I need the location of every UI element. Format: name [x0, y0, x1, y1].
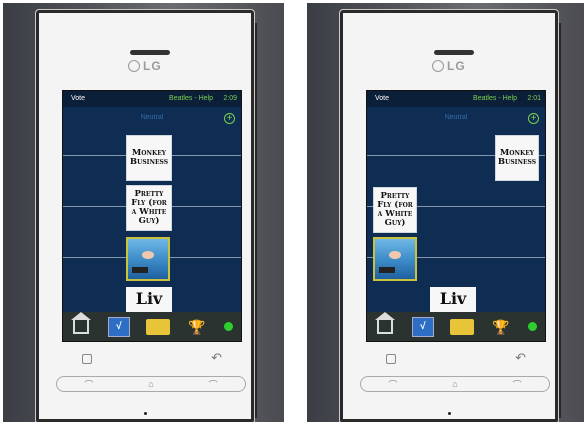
song-card[interactable]: Monkey Business — [126, 135, 172, 181]
status-dot-icon — [223, 322, 233, 331]
decor-dot — [448, 412, 451, 415]
now-playing: Beatles - Help — [169, 95, 213, 102]
plus-circle-icon[interactable]: + — [224, 113, 235, 124]
end-key-icon[interactable]: ⌒ — [209, 378, 218, 391]
brand-logo: LG — [128, 58, 162, 74]
hardware-keys: ⌒ ⌂ ⌒ — [56, 376, 246, 392]
brand-text: LG — [447, 59, 466, 73]
status-dot-icon — [527, 322, 537, 331]
back-key-icon[interactable]: ↶ — [211, 350, 222, 366]
trophy-icon[interactable]: 🏆 — [187, 318, 207, 336]
folder-icon[interactable] — [146, 318, 171, 335]
status-bar: Vote Beatles - Help 2:01 — [367, 91, 545, 107]
photo-left: LG Vote Beatles - Help 2:09 Neutral + Mo… — [3, 3, 284, 422]
lg-logo-icon — [128, 60, 140, 72]
toolbar: √ 🏆 — [367, 311, 545, 341]
neutral-label: Neutral — [444, 114, 468, 121]
album-art[interactable] — [373, 237, 417, 281]
call-key-icon[interactable]: ⌒ — [388, 378, 397, 391]
plus-circle-icon[interactable]: + — [528, 113, 539, 124]
brand-logo: LG — [432, 58, 466, 74]
hardware-keys: ⌒ ⌂ ⌒ — [360, 376, 550, 392]
song-card[interactable]: Monkey Business — [495, 135, 539, 181]
vote-check-icon[interactable]: √ — [411, 316, 434, 337]
status-title: Vote — [71, 95, 86, 102]
clock: 2:09 — [223, 95, 237, 102]
call-key-icon[interactable]: ⌒ — [84, 378, 93, 391]
speaker-grille — [434, 50, 474, 55]
neutral-label: Neutral — [140, 114, 164, 121]
lg-logo-icon — [432, 60, 444, 72]
album-tag — [132, 267, 148, 273]
album-figure — [389, 251, 401, 259]
album-art[interactable] — [126, 237, 170, 281]
vote-check-icon[interactable]: √ — [107, 316, 130, 337]
status-bar: Vote Beatles - Help 2:09 — [63, 91, 241, 107]
phone-left: LG Vote Beatles - Help 2:09 Neutral + Mo… — [35, 9, 255, 422]
clock: 2:01 — [527, 95, 541, 102]
folder-icon[interactable] — [450, 318, 475, 335]
phone-screen: Vote Beatles - Help 2:01 Neutral + Monke… — [366, 90, 546, 342]
menu-key-icon[interactable] — [82, 354, 92, 364]
album-figure — [142, 251, 154, 259]
home-icon[interactable] — [71, 311, 92, 336]
album-tag — [379, 267, 395, 273]
end-key-icon[interactable]: ⌒ — [513, 378, 522, 391]
toolbar: √ 🏆 — [63, 311, 241, 341]
decor-dot — [144, 412, 147, 415]
brand-text: LG — [143, 59, 162, 73]
now-playing: Beatles - Help — [473, 95, 517, 102]
trophy-icon[interactable]: 🏆 — [491, 318, 511, 336]
song-card-partial[interactable]: Liv — [126, 287, 172, 313]
soft-keys: ↶ — [62, 350, 240, 370]
speaker-grille — [130, 50, 170, 55]
home-key-icon[interactable]: ⌂ — [452, 379, 457, 389]
back-key-icon[interactable]: ↶ — [515, 350, 526, 366]
song-card[interactable]: Pretty Fly (for a White Guy) — [126, 185, 172, 231]
soft-keys: ↶ — [366, 350, 544, 370]
song-card-partial[interactable]: Liv — [430, 287, 476, 313]
song-card[interactable]: Pretty Fly (for a White Guy) — [373, 187, 417, 233]
phone-screen: Vote Beatles - Help 2:09 Neutral + Monke… — [62, 90, 242, 342]
menu-key-icon[interactable] — [386, 354, 396, 364]
status-title: Vote — [375, 95, 390, 102]
phone-right: LG Vote Beatles - Help 2:01 Neutral + Mo… — [339, 9, 559, 422]
photo-right: LG Vote Beatles - Help 2:01 Neutral + Mo… — [307, 3, 584, 422]
home-key-icon[interactable]: ⌂ — [148, 379, 153, 389]
home-icon[interactable] — [375, 311, 396, 336]
